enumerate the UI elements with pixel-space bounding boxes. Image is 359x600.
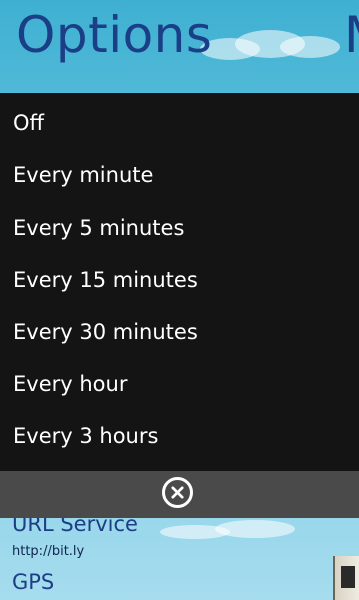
close-button[interactable] [162,477,193,508]
page-title: Options [16,6,213,64]
option-every-5-minutes[interactable]: Every 5 minutes [13,206,184,250]
url-service-value[interactable]: http://bit.ly [12,544,84,559]
option-every-3-hours[interactable]: Every 3 hours [13,414,158,458]
gps-label: GPS [12,570,55,594]
option-off[interactable]: Off [13,101,44,145]
cloud-decoration [215,520,295,538]
option-every-30-minutes[interactable]: Every 30 minutes [13,310,198,354]
interval-picker: Off Every minute Every 5 minutes Every 1… [0,93,359,471]
close-icon [171,486,184,499]
next-pivot-title[interactable]: M [344,6,359,64]
option-every-hour[interactable]: Every hour [13,362,127,406]
option-every-15-minutes[interactable]: Every 15 minutes [13,258,198,302]
landmark-image [333,556,359,600]
cloud-decoration [280,36,340,58]
option-every-minute[interactable]: Every minute [13,153,153,197]
